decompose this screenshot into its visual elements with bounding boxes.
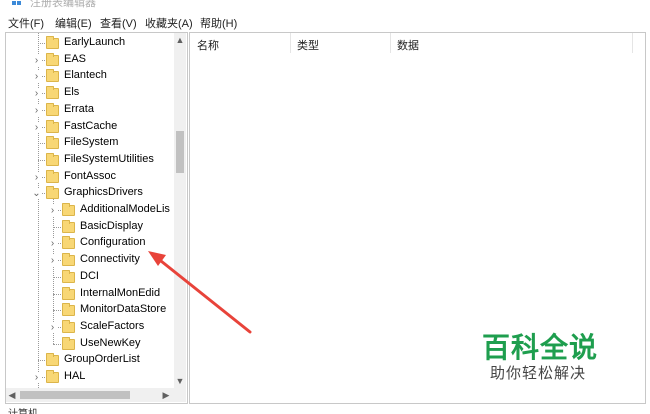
watermark-title: 百科全说: [482, 332, 599, 363]
watermark: 百科全说 助你轻松解决: [482, 326, 612, 386]
watermark-subtitle: 助你轻松解决: [490, 365, 587, 382]
